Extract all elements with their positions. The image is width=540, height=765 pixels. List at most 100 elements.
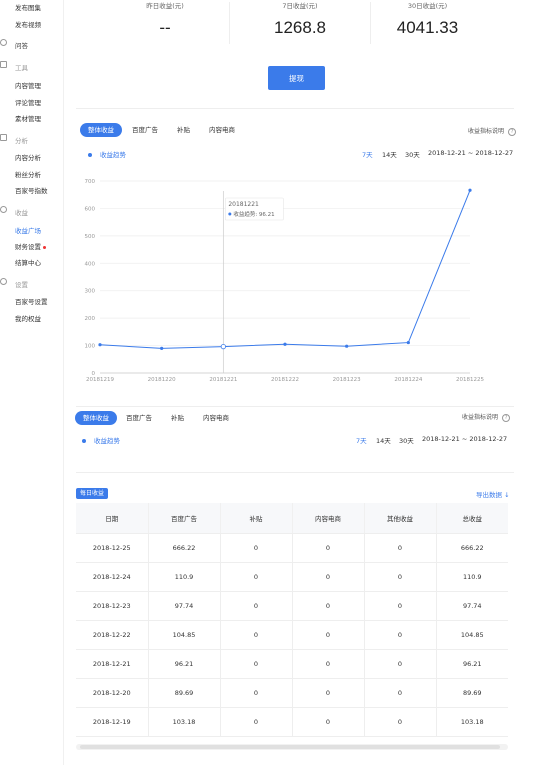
qa-icon — [0, 39, 7, 46]
range-14-days-2[interactable]: 14天 — [376, 435, 391, 445]
table-cell: 97.74 — [148, 591, 221, 621]
x-tick-label: 20181220 — [148, 377, 176, 383]
divider — [76, 406, 514, 407]
range-30-days-2[interactable]: 30天 — [399, 435, 414, 445]
stat-yesterday-label: 昨日收益(元) — [146, 2, 184, 10]
table-cell: 110.9 — [436, 562, 508, 592]
table-cell: 0 — [292, 649, 365, 679]
legend-label: 收益趋势 — [100, 151, 126, 159]
stat-month-value: 4041.33 — [396, 18, 459, 37]
divider — [76, 472, 514, 473]
legend-dot-icon — [82, 439, 86, 443]
data-point[interactable] — [283, 342, 287, 346]
sidebar-item-settlement[interactable]: 结算中心 — [15, 257, 41, 267]
table-cell: 97.74 — [436, 591, 508, 621]
sidebar-item-material-manage[interactable]: 素材管理 — [15, 113, 41, 123]
table-row: 2018-12-20 89.69 0 0 0 89.69 — [76, 678, 508, 708]
legend-label-2: 收益趋势 — [94, 437, 120, 445]
income-trend-chart: 0100200300400500600700 20181219 20181220 2… — [85, 179, 485, 383]
table-cell: 2018-12-24 — [76, 562, 149, 592]
income-explain-link-2[interactable]: 收益指标说明? — [462, 412, 511, 422]
y-tick-label: 400 — [85, 261, 96, 267]
table-cell: 96.21 — [436, 649, 508, 679]
stat-month-label: 30日收益(元) — [407, 2, 448, 10]
table-cell: 0 — [292, 591, 365, 621]
sidebar-head-settings: 设置 — [15, 281, 28, 289]
data-point[interactable] — [406, 340, 410, 345]
sidebar-item-content-manage[interactable]: 内容管理 — [15, 80, 41, 90]
withdraw-button[interactable]: 提现 — [268, 66, 325, 90]
table-cell: 0 — [292, 707, 365, 737]
divider — [76, 108, 514, 109]
chart-legend-2: 收益趋势 — [82, 435, 120, 445]
table-cell: 0 — [292, 533, 365, 563]
tab-baidu-ads[interactable]: 百度广告 — [132, 123, 158, 137]
x-tick-label: 20181225 — [456, 377, 484, 383]
x-tick-label: 20181223 — [333, 377, 361, 383]
series-line — [99, 190, 471, 349]
range-7-days-2[interactable]: 7天 — [356, 435, 367, 445]
tools-icon — [0, 61, 7, 68]
sidebar-item-fan-analysis[interactable]: 粉丝分析 — [15, 169, 41, 179]
data-point[interactable] — [468, 188, 472, 192]
tab-subsidy[interactable]: 补贴 — [177, 123, 190, 137]
tab-overall-income-2[interactable]: 整体收益 — [75, 411, 117, 425]
tooltip-date: 20181221 — [228, 201, 259, 208]
column-header: 总收益 — [436, 503, 508, 534]
sidebar-item-qa[interactable]: 问答 — [15, 40, 28, 50]
x-tick-label: 20181222 — [271, 377, 299, 383]
table-cell: 666.22 — [148, 533, 221, 563]
daily-income-badge: 每日收益 — [76, 488, 109, 499]
table-cell: 0 — [220, 649, 293, 679]
sidebar-item-baijia-settings[interactable]: 百家号设置 — [15, 296, 48, 306]
sidebar-item-finance-settings[interactable]: 财务设置 — [15, 241, 46, 251]
table-cell: 0 — [364, 591, 437, 621]
sidebar-item-baijia-index[interactable]: 百家号指数 — [15, 185, 48, 195]
sidebar-item-publish-gallery[interactable]: 发布图集 — [15, 2, 41, 12]
data-point[interactable] — [98, 343, 102, 347]
sidebar-head-income: 收益 — [15, 209, 28, 217]
tab-overall-income[interactable]: 整体收益 — [80, 123, 122, 137]
tab-subsidy-2[interactable]: 补贴 — [171, 411, 184, 425]
data-point[interactable] — [345, 344, 349, 348]
table-row: 2018-12-23 97.74 0 0 0 97.74 — [76, 591, 508, 621]
sidebar: 发布图集 发布视频 问答 工具 内容管理 评论管理 素材管理 分析 内容分析 粉… — [0, 0, 64, 765]
scrollbar-thumb[interactable] — [80, 745, 500, 749]
data-point[interactable] — [160, 346, 164, 350]
date-range-picker[interactable]: 2018-12-21 ~ 2018-12-27 — [428, 149, 513, 157]
analysis-icon — [0, 134, 7, 141]
table-row: 2018-12-25 666.22 0 0 0 666.22 — [76, 533, 508, 563]
export-data-link[interactable]: 导出数据 ↓ — [476, 489, 510, 499]
table-cell: 0 — [220, 678, 293, 708]
table-cell: 0 — [292, 620, 365, 650]
data-point[interactable] — [220, 344, 226, 350]
tooltip-value: 收益趋势: 96.21 — [233, 210, 274, 218]
table-cell: 0 — [220, 620, 293, 650]
income-explain-link[interactable]: 收益指标说明? — [468, 126, 517, 136]
sidebar-item-content-analysis[interactable]: 内容分析 — [15, 152, 41, 162]
sidebar-item-income-square[interactable]: 收益广场 — [15, 225, 41, 235]
range-7-days[interactable]: 7天 — [362, 149, 373, 159]
range-30-days[interactable]: 30天 — [405, 149, 420, 159]
x-tick-label: 20181221 — [209, 377, 237, 383]
tab-content-ecommerce-2[interactable]: 内容电商 — [203, 411, 229, 425]
column-header: 补贴 — [220, 503, 293, 534]
stat-week-value: 1268.8 — [274, 18, 326, 37]
table-cell: 0 — [364, 707, 437, 737]
range-14-days[interactable]: 14天 — [382, 149, 397, 159]
daily-income-table: 日期 百度广告 补贴 内容电商 其他收益 总收益 2018-12-25 666.2… — [76, 503, 508, 737]
sidebar-item-comment-manage[interactable]: 评论管理 — [15, 97, 41, 107]
tab-content-ecommerce[interactable]: 内容电商 — [209, 123, 235, 137]
table-cell: 110.9 — [148, 562, 221, 592]
sidebar-item-my-rights[interactable]: 我的权益 — [15, 313, 41, 323]
sidebar-item-finance-label: 财务设置 — [15, 243, 41, 251]
y-tick-label: 100 — [85, 344, 96, 350]
help-icon: ? — [508, 127, 517, 136]
sidebar-item-publish-video[interactable]: 发布视频 — [15, 19, 41, 29]
horizontal-scrollbar[interactable] — [76, 744, 508, 750]
tab-baidu-ads-2[interactable]: 百度广告 — [126, 411, 152, 425]
column-header: 日期 — [76, 503, 149, 534]
income-explain-label: 收益指标说明 — [468, 128, 505, 135]
table-row: 2018-12-21 96.21 0 0 0 96.21 — [76, 649, 508, 679]
date-range-picker-2[interactable]: 2018-12-21 ~ 2018-12-27 — [422, 435, 507, 443]
